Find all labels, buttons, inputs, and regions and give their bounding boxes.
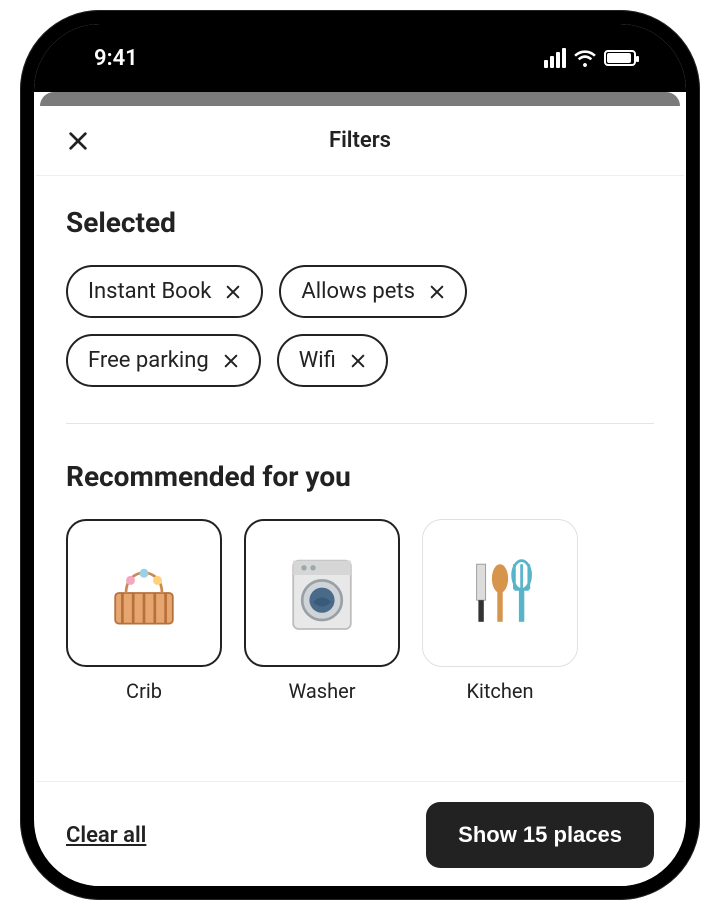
header-title: Filters: [329, 128, 391, 153]
cellular-icon: [544, 48, 566, 68]
device-notch: [280, 28, 440, 68]
crib-icon: [99, 548, 189, 638]
close-button[interactable]: [60, 123, 96, 159]
remove-icon: [350, 353, 366, 369]
chip-wifi[interactable]: Wifi: [277, 334, 388, 387]
divider: [66, 423, 654, 424]
chip-label: Wifi: [299, 348, 336, 373]
card-wrap-kitchen: Kitchen: [422, 519, 578, 703]
kitchen-icon: [455, 548, 545, 638]
chip-label: Instant Book: [88, 279, 211, 304]
selected-title: Selected: [66, 206, 654, 239]
screen: 9:41: [34, 24, 686, 886]
filter-sheet: Filters Selected Instant Book Allows pet…: [36, 106, 684, 886]
recommended-cards: Crib: [66, 519, 654, 703]
wifi-icon: [574, 49, 596, 67]
remove-icon: [225, 284, 241, 300]
chip-label: Free parking: [88, 348, 209, 373]
remove-icon: [223, 353, 239, 369]
status-right: [544, 48, 636, 68]
remove-icon: [429, 284, 445, 300]
battery-icon: [604, 50, 636, 66]
selected-chips: Instant Book Allows pets Free parking: [66, 265, 654, 387]
card-label: Kitchen: [466, 679, 533, 703]
close-icon: [67, 130, 89, 152]
chip-label: Allows pets: [301, 279, 415, 304]
sheet-content: Selected Instant Book Allows pets: [36, 176, 684, 781]
card-crib[interactable]: [66, 519, 222, 667]
modal-backdrop: [40, 92, 680, 106]
card-label: Crib: [126, 679, 162, 703]
card-washer[interactable]: [244, 519, 400, 667]
sheet-footer: Clear all Show 15 places: [36, 781, 684, 886]
card-wrap-crib: Crib: [66, 519, 222, 703]
card-kitchen[interactable]: [422, 519, 578, 667]
device-frame: 9:41: [20, 10, 700, 900]
clear-all-button[interactable]: Clear all: [66, 823, 146, 848]
card-label: Washer: [288, 679, 355, 703]
chip-free-parking[interactable]: Free parking: [66, 334, 261, 387]
status-time: 9:41: [94, 46, 138, 71]
show-places-button[interactable]: Show 15 places: [426, 802, 654, 868]
chip-instant-book[interactable]: Instant Book: [66, 265, 263, 318]
sheet-header: Filters: [36, 106, 684, 176]
chip-allows-pets[interactable]: Allows pets: [279, 265, 467, 318]
recommended-title: Recommended for you: [66, 460, 654, 493]
card-wrap-washer: Washer: [244, 519, 400, 703]
washer-icon: [277, 548, 367, 638]
